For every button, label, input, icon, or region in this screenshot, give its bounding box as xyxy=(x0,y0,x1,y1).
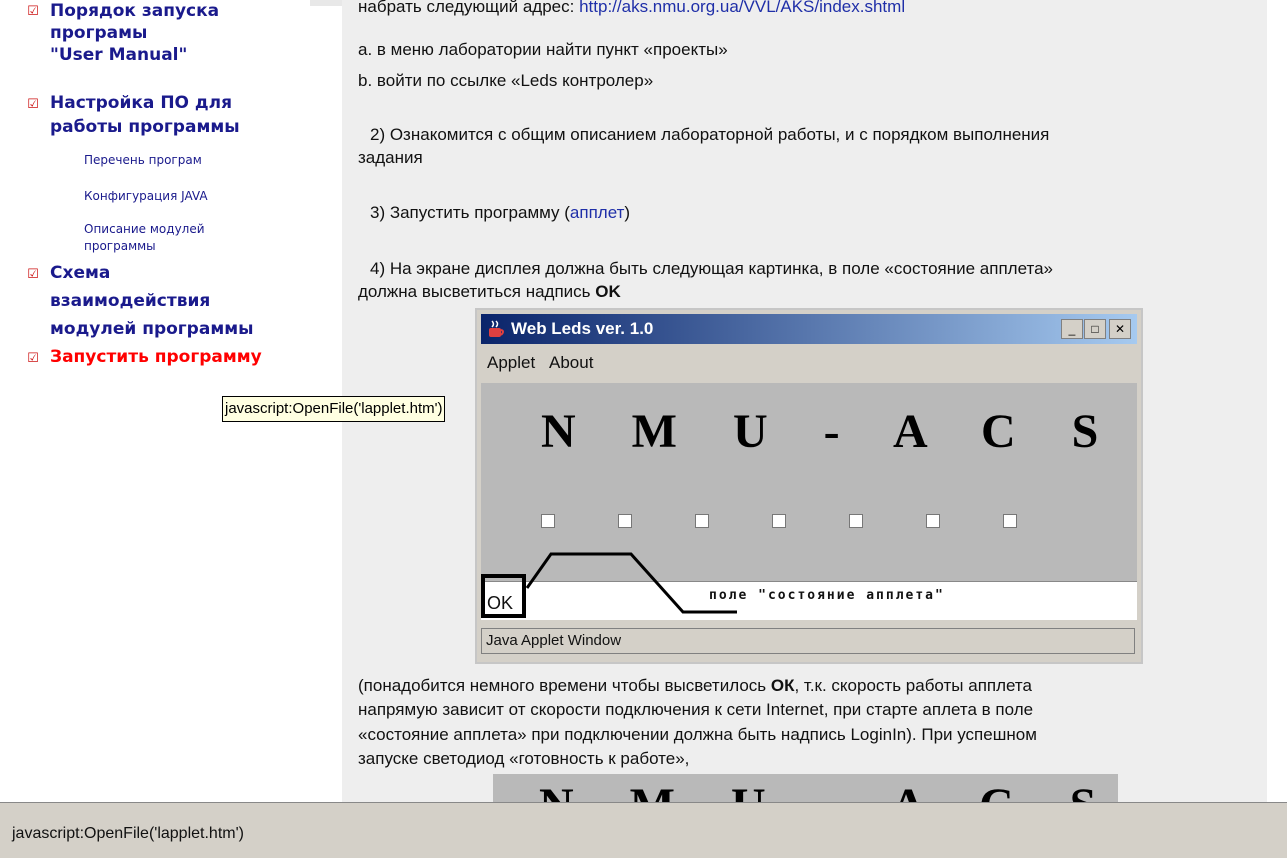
sidebar-item-interaction-scheme[interactable]: Схема xyxy=(50,262,110,284)
sidebar-item-interaction-scheme-3[interactable]: модулей программы xyxy=(50,318,253,340)
status-field-caption: поле "состояние апплета" xyxy=(709,588,945,603)
status-value: OK xyxy=(487,593,514,613)
sidebar-subitem-module-description[interactable]: Описание модулей xyxy=(84,221,205,238)
checkbox-icon: ☑ xyxy=(27,96,39,111)
sidebar-item-launch-order[interactable]: Порядок запуска xyxy=(50,0,219,22)
step4-line1: 4) На экране дисплея должна быть следующ… xyxy=(370,259,1053,278)
checkbox-icon: ☑ xyxy=(27,350,39,365)
note-suffix: , т.к. скорость работы апплета xyxy=(794,676,1032,695)
note-line3: «состояние апплета» при подключении долж… xyxy=(358,725,1037,744)
address-prefix: набрать следующий адрес: xyxy=(358,0,580,16)
sidebar-item-run-program[interactable]: Запустить программу xyxy=(50,346,262,368)
applet-titlebar[interactable]: Web Leds ver. 1.0 _ □ ✕ xyxy=(481,314,1137,344)
sidebar-background xyxy=(0,376,342,802)
step3-prefix: 3) Запустить программу ( xyxy=(370,203,570,222)
applet2-heading: N M U - A C S xyxy=(539,778,1118,802)
checkbox-icon: ☑ xyxy=(27,3,39,18)
applet-title: Web Leds ver. 1.0 xyxy=(511,319,654,338)
step1-line-b: b. войти по ссылке «Leds контролер» xyxy=(358,71,654,90)
led-indicator xyxy=(772,514,786,528)
step2-line2: задания xyxy=(358,148,423,167)
java-cup-icon xyxy=(489,320,504,337)
sidebar-item-software-setup[interactable]: Настройка ПО для xyxy=(50,92,232,114)
note-line4: запуске светодиод «готовность к работе», xyxy=(358,749,690,768)
step4-ok: OK xyxy=(595,282,621,301)
step4-line2: должна высветиться надпись OK xyxy=(358,281,621,303)
step2-line1: 2) Ознакомится с общим описанием лаборат… xyxy=(370,125,1050,144)
applet-window: Web Leds ver. 1.0 _ □ ✕ Applet About N M… xyxy=(475,308,1143,664)
sidebar-subitem-java-config[interactable]: Конфигурация JAVA xyxy=(84,188,208,205)
callout-line xyxy=(525,552,737,614)
menu-about[interactable]: About xyxy=(549,353,593,372)
led-indicator xyxy=(541,514,555,528)
menu-applet[interactable]: Applet xyxy=(487,353,535,372)
sidebar-item-interaction-scheme-2[interactable]: взаимодействия xyxy=(50,290,210,312)
led-indicator xyxy=(1003,514,1017,528)
applet-heading: N M U - A C S xyxy=(541,405,1121,458)
statusbar-text: javascript:OpenFile('lapplet.htm') xyxy=(12,825,244,842)
close-button[interactable]: ✕ xyxy=(1109,319,1131,339)
led-indicator xyxy=(849,514,863,528)
note-prefix: (понадобится немного времени чтобы высве… xyxy=(358,676,771,695)
sidebar-menu: ☑ Порядок запуска програмы "User Manual"… xyxy=(0,0,310,376)
note-ok: ОК xyxy=(770,676,795,695)
note-line1: (понадобится немного времени чтобы высве… xyxy=(358,675,1032,697)
sidebar-item-launch-order-2[interactable]: програмы xyxy=(50,22,147,44)
sidebar-item-user-manual[interactable]: "User Manual" xyxy=(50,44,187,66)
led-indicator xyxy=(618,514,632,528)
sidebar-subitem-program-list[interactable]: Перечень програм xyxy=(84,152,202,169)
led-indicator xyxy=(926,514,940,528)
step4-prefix: должна высветиться надпись xyxy=(358,282,596,301)
link-tooltip: javascript:OpenFile('lapplet.htm') xyxy=(222,396,446,422)
minimize-button[interactable]: _ xyxy=(1061,319,1083,339)
vertical-scrollbar[interactable] xyxy=(1267,0,1287,802)
applet-preview-2: N M U - A C S xyxy=(493,774,1118,802)
applet-window-status: Java Applet Window xyxy=(481,628,1135,654)
applet-link[interactable]: апплет xyxy=(570,203,624,222)
note-line2: напрямую зависит от скорости подключения… xyxy=(358,700,1034,719)
address-link[interactable]: http://aks.nmu.org.ua/VVL/AKS/index.shtm… xyxy=(579,0,905,16)
sidebar-item-software-setup-2[interactable]: работы программы xyxy=(50,116,240,138)
applet-menubar: Applet About xyxy=(487,353,603,373)
checkbox-icon: ☑ xyxy=(27,266,39,281)
step1-line-a: a. в меню лаборатории найти пункт «проек… xyxy=(358,40,728,59)
sidebar-subitem-module-description-2[interactable]: программы xyxy=(84,238,156,255)
step3-suffix: ) xyxy=(624,203,631,222)
maximize-button[interactable]: □ xyxy=(1084,319,1106,339)
address-line: набрать следующий адрес: http://aks.nmu.… xyxy=(358,0,905,18)
led-indicator xyxy=(695,514,709,528)
step3-line: 3) Запустить программу (апплет) xyxy=(370,202,630,224)
browser-statusbar: javascript:OpenFile('lapplet.htm') xyxy=(0,802,1287,858)
